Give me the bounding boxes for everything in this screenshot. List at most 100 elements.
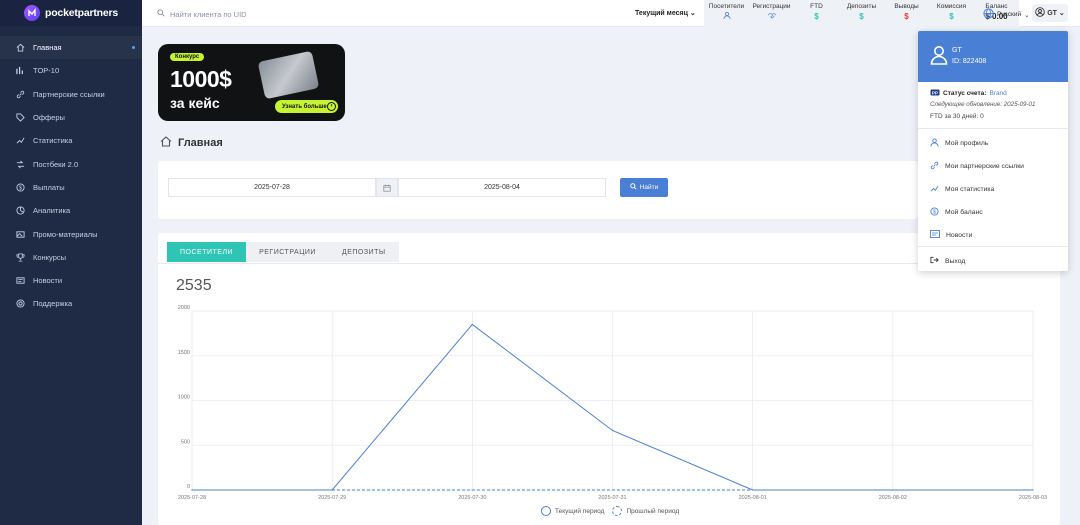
x-tick-label: 2025-08-02	[879, 495, 907, 501]
legend-previous[interactable]: Прошлый период	[612, 506, 679, 516]
y-tick-label: 1500	[178, 350, 190, 356]
account-status: PP Статус счета: Brand	[930, 89, 1007, 98]
status-value[interactable]: Brand	[989, 90, 1006, 97]
sidebar-item-label: Постбеки 2.0	[33, 159, 79, 169]
next-update: Следующее обновление: 2025-09-01	[930, 101, 1036, 108]
stat-ftd[interactable]: FTD $	[794, 0, 839, 27]
data-point	[191, 489, 193, 491]
language-select[interactable]: Русский ⌄	[983, 8, 1030, 21]
stat-value: $	[949, 12, 954, 21]
card-image	[257, 50, 320, 100]
menu-my-profile[interactable]: Мой профиль	[930, 138, 988, 149]
find-button[interactable]: Найти	[620, 178, 668, 197]
sidebar-item-analytics[interactable]: Аналитика	[0, 199, 142, 222]
data-point	[611, 429, 614, 432]
chart-panel: ПОСЕТИТЕЛИ РЕГИСТРАЦИИ ДЕПОЗИТЫ 2535 0 50…	[158, 233, 1060, 525]
stat-label: Регистрации	[752, 3, 791, 10]
legend-label: Прошлый период	[626, 507, 680, 515]
sidebar-item-label: TOP-10	[33, 66, 60, 76]
x-tick-label: 2025-07-31	[598, 495, 626, 501]
home-icon	[160, 136, 172, 150]
sidebar-item-contests[interactable]: Конкурсы	[0, 246, 142, 269]
legend-current[interactable]: Текущий период	[541, 506, 604, 516]
sidebar-item-payouts[interactable]: $ Выплаты	[0, 176, 142, 199]
date-filter-panel: 2025-07-28 2025-08-04 Найти	[158, 161, 918, 219]
search-box[interactable]: Найти клиента по UID	[157, 9, 247, 19]
sidebar-item-label: Главная	[33, 43, 62, 53]
calendar-icon[interactable]	[376, 178, 398, 197]
legend-marker	[541, 506, 551, 516]
data-point	[892, 489, 894, 491]
logo-text: pocketpartners	[45, 7, 119, 19]
ftd-30-days: FTD за 30 дней: 0	[930, 113, 984, 120]
sidebar-item-partner-links[interactable]: Партнерские ссылки	[0, 83, 142, 106]
user-dropdown: GT ID: 822408 PP Статус счета: Brand Сле…	[918, 31, 1068, 271]
user-id: ID: 822408	[952, 58, 987, 65]
stat-visitors[interactable]: Посетители	[704, 0, 749, 27]
stat-value: $	[814, 12, 819, 21]
search-icon	[629, 183, 637, 192]
learn-more-button[interactable]: Узнать больше ›	[275, 100, 338, 113]
stat-registrations[interactable]: Регистрации	[749, 0, 794, 27]
promo-icon	[16, 230, 25, 239]
sidebar-item-label: Партнерские ссылки	[33, 89, 105, 99]
line-chart-icon	[16, 136, 25, 145]
arrow-right-icon: ›	[327, 102, 336, 111]
chevron-down-icon: ⌄	[1024, 11, 1030, 19]
stat-value: $	[859, 12, 864, 21]
sidebar-item-postbacks[interactable]: Постбеки 2.0	[0, 152, 142, 175]
chevron-down-icon: ⌄	[689, 10, 696, 17]
menu-news[interactable]: Новости	[930, 230, 972, 240]
date-to-input[interactable]: 2025-08-04	[398, 178, 606, 197]
data-point	[471, 489, 473, 491]
legend-marker	[612, 506, 623, 516]
user-name: GT	[952, 47, 962, 54]
topbar: Найти клиента по UID Текущий месяц ⌄ Пос…	[142, 0, 1080, 27]
menu-my-partner-links[interactable]: Мои партнерские ссылки	[930, 161, 1024, 172]
balance-icon: $	[930, 207, 939, 218]
sidebar-item-label: Статистика	[33, 136, 73, 146]
menu-my-balance[interactable]: $ Мой баланс	[930, 207, 983, 218]
menu-my-statistics[interactable]: Моя статистика	[930, 184, 994, 195]
dollar-icon: $	[16, 183, 25, 192]
x-tick-label: 2025-07-29	[318, 495, 346, 501]
language-label: Русский	[997, 11, 1022, 18]
sidebar-item-label: Аналитика	[33, 206, 71, 216]
page-title-text: Главная	[178, 137, 223, 149]
sidebar-item-statistics[interactable]: Статистика	[0, 129, 142, 152]
stats-icon	[930, 184, 939, 195]
stat-label: Комиссия	[936, 3, 967, 10]
menu-label: Новости	[946, 231, 973, 239]
chevron-down-icon: ⌄	[1058, 10, 1065, 17]
stat-commission[interactable]: Комиссия $	[929, 0, 974, 27]
user-menu-button[interactable]: GT ⌄	[1032, 4, 1068, 22]
logo[interactable]: pocketpartners	[0, 0, 142, 26]
search-input[interactable]: Найти клиента по UID	[170, 10, 247, 19]
sidebar-item-top10[interactable]: TOP-10	[0, 59, 142, 82]
tag-icon	[16, 113, 25, 122]
link-icon	[16, 90, 25, 99]
user-avatar-icon	[930, 45, 948, 67]
svg-text:$: $	[933, 209, 936, 215]
news-icon	[16, 276, 25, 285]
stat-deposits[interactable]: Депозиты $	[839, 0, 884, 27]
search-icon	[157, 9, 165, 19]
sidebar-item-support[interactable]: Поддержка	[0, 292, 142, 315]
profile-icon	[930, 138, 939, 149]
menu-label: Моя статистика	[945, 186, 995, 193]
stat-withdrawals[interactable]: Выводы $	[884, 0, 929, 27]
menu-logout[interactable]: Выход	[930, 256, 965, 266]
sidebar-item-offers[interactable]: Офферы	[0, 106, 142, 129]
date-from-input[interactable]: 2025-07-28	[168, 178, 376, 197]
x-tick-label: 2025-08-01	[739, 495, 767, 501]
period-select[interactable]: Текущий месяц ⌄	[635, 9, 696, 17]
sidebar-item-promo[interactable]: Промо-материалы	[0, 222, 142, 245]
trophy-icon	[16, 253, 25, 262]
active-indicator	[132, 46, 135, 50]
sidebar-item-news[interactable]: Новости	[0, 269, 142, 292]
sidebar-item-home[interactable]: Главная	[0, 36, 142, 60]
promo-banner[interactable]: Конкурс 1000$ за кейс Узнать больше ›	[158, 44, 345, 121]
sidebar-item-label: Новости	[33, 276, 63, 286]
stat-value: $	[904, 12, 909, 21]
sidebar-item-label: Выплаты	[33, 182, 65, 192]
